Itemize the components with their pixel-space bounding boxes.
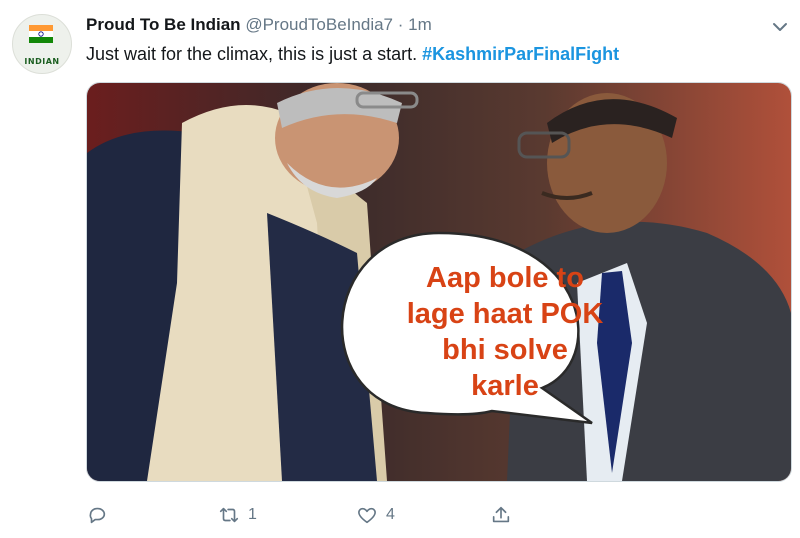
avatar-label: INDIAN bbox=[24, 57, 60, 66]
tweet-image[interactable]: Aap bole to lage haat POK bhi solve karl… bbox=[86, 82, 792, 482]
retweet-count: 1 bbox=[248, 506, 257, 523]
chevron-down-icon[interactable] bbox=[766, 13, 794, 41]
caption-line: bhi solve bbox=[442, 334, 568, 366]
flag-logo-icon bbox=[29, 25, 53, 43]
like-icon bbox=[358, 507, 376, 524]
retweet-button[interactable]: 1 bbox=[218, 500, 257, 530]
reply-icon bbox=[89, 507, 106, 524]
display-name[interactable]: Proud To Be Indian bbox=[86, 15, 241, 34]
user-handle[interactable]: @ProudToBeIndia7 bbox=[245, 15, 393, 34]
hashtag-link[interactable]: #KashmirParFinalFight bbox=[422, 44, 619, 64]
share-button[interactable] bbox=[490, 500, 520, 530]
separator-dot: · bbox=[397, 15, 404, 34]
share-icon bbox=[492, 506, 510, 523]
caption-line: lage haat POK bbox=[406, 298, 604, 330]
tweet-header: Proud To Be Indian @ProudToBeIndia7 · 1m bbox=[86, 15, 432, 35]
tweet-body: Just wait for the climax, this is just a… bbox=[86, 44, 418, 64]
timestamp[interactable]: 1m bbox=[408, 15, 432, 34]
caption-line: karle bbox=[471, 370, 539, 402]
caption-line: Aap bole to bbox=[426, 262, 584, 294]
tweet-text: Just wait for the climax, this is just a… bbox=[86, 44, 619, 65]
like-button[interactable]: 4 bbox=[356, 500, 395, 530]
avatar[interactable]: INDIAN bbox=[12, 14, 72, 74]
reply-button[interactable] bbox=[86, 500, 116, 530]
retweet-icon bbox=[219, 507, 239, 523]
image-caption: Aap bole to lage haat POK bhi solve karl… bbox=[405, 260, 605, 404]
like-count: 4 bbox=[386, 506, 395, 523]
tweet-actions: 1 4 bbox=[86, 500, 790, 530]
